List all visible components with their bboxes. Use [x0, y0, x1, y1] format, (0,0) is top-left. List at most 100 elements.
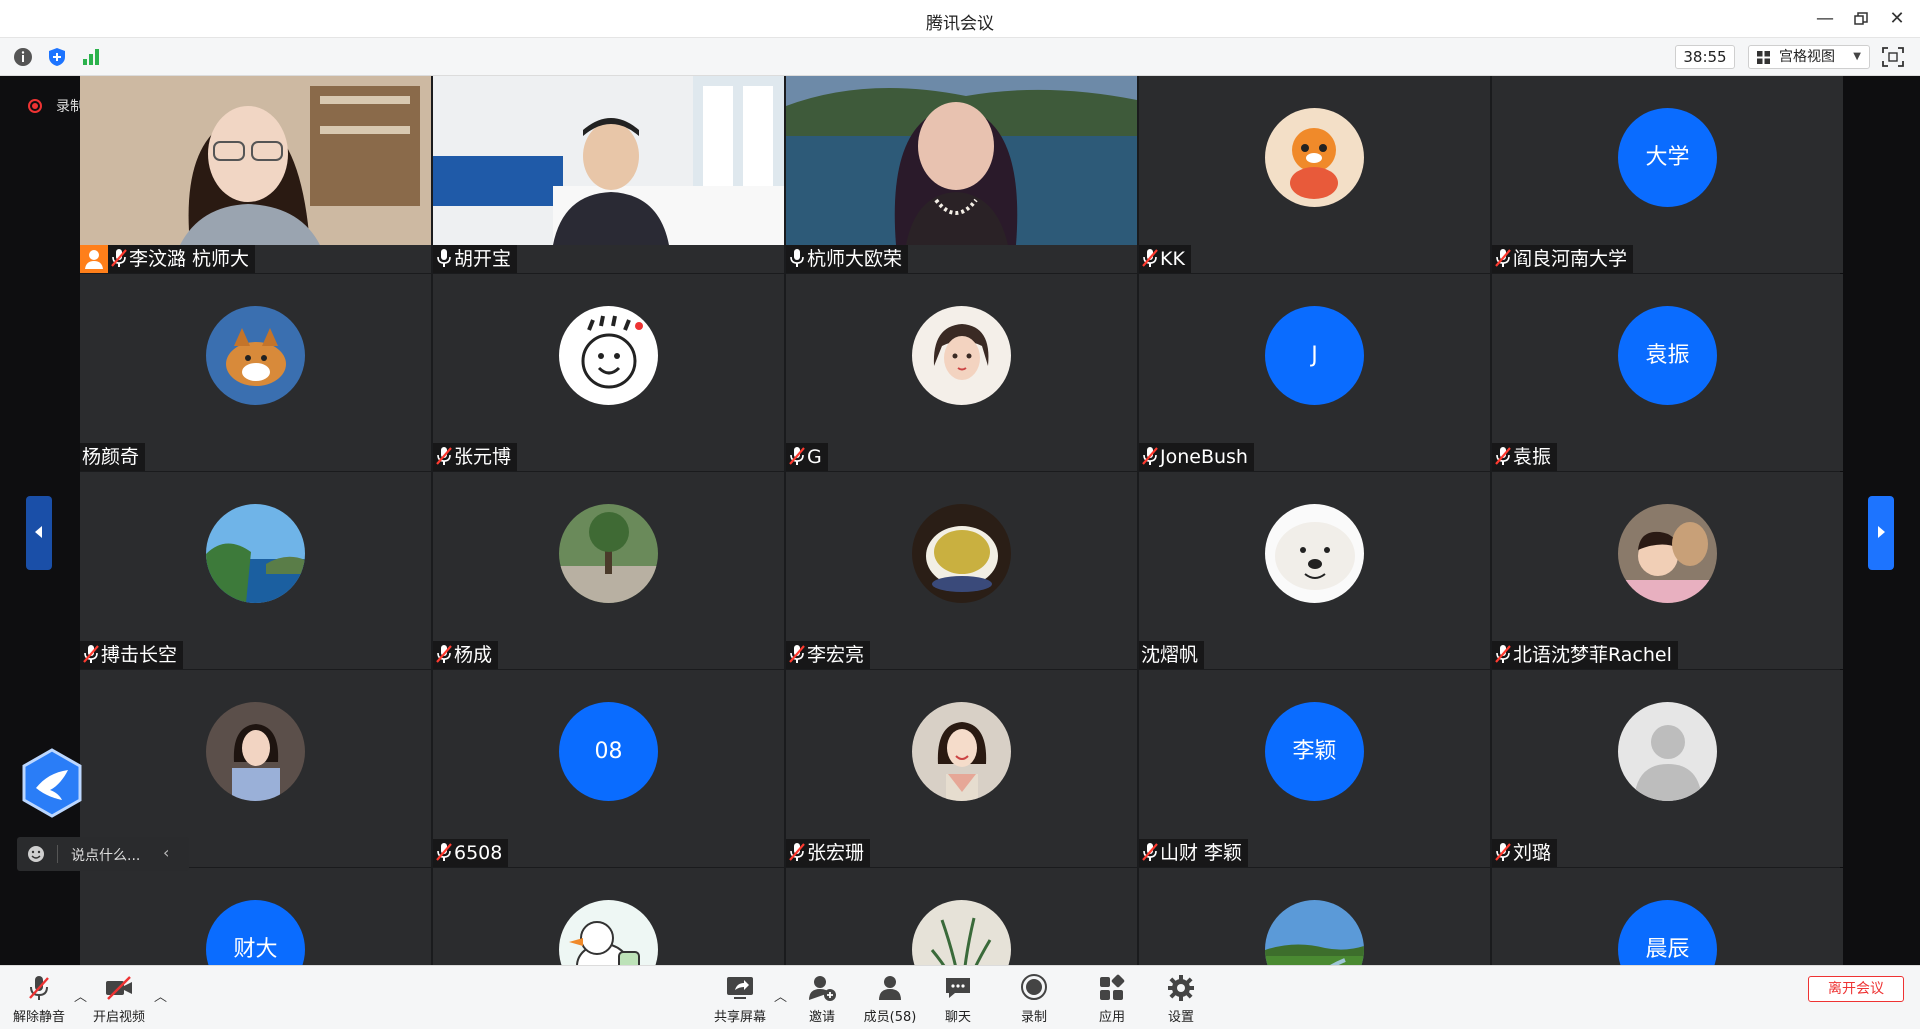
start-video-button[interactable]: 开启视频 — [84, 974, 154, 1025]
participant-name-label: 杨颜奇 — [80, 443, 146, 471]
participant-name: JoneBush — [1160, 446, 1248, 468]
participant-tile[interactable]: 李汶潞 杭师大 — [80, 76, 431, 273]
participant-name-label: JoneBush — [1139, 443, 1254, 471]
chat-placeholder[interactable]: 说点什么... — [71, 845, 140, 865]
info-icon[interactable] — [13, 47, 33, 67]
participant-tile[interactable]: 张宏珊 — [786, 670, 1137, 867]
fullscreen-icon[interactable] — [1882, 47, 1904, 67]
tencent-meeting-bird-icon[interactable] — [20, 748, 84, 818]
participant-avatar — [206, 702, 305, 801]
mic-muted-icon — [110, 248, 129, 270]
chat-separator — [57, 845, 58, 863]
participant-name: 搏击长空 — [101, 644, 178, 666]
restore-icon[interactable] — [1848, 6, 1874, 32]
apps-button[interactable]: 应用 — [1077, 974, 1147, 1025]
participant-name-label: 袁振 — [1492, 443, 1558, 471]
view-mode-dropdown[interactable]: 宫格视图 ▼ — [1748, 45, 1870, 69]
participant-tile[interactable]: 胡开宝 — [433, 76, 784, 273]
participant-name-label: 张元博 — [433, 443, 518, 471]
participant-name: 胡开宝 — [454, 248, 512, 270]
participant-avatar: J — [1265, 306, 1364, 405]
close-icon[interactable]: ✕ — [1884, 6, 1910, 32]
invite-label: 邀请 — [808, 1010, 835, 1025]
participant-avatar — [559, 504, 658, 603]
mic-on-icon — [788, 248, 807, 270]
participant-name: 张宏珊 — [807, 842, 865, 864]
mic-muted-icon — [1494, 644, 1513, 666]
participant-tile[interactable]: 北语沈梦菲Rachel — [1492, 472, 1843, 669]
mic-muted-icon — [1494, 248, 1513, 270]
participant-name-label: KK — [1139, 245, 1191, 273]
participant-tile[interactable]: 袁振 袁振 — [1492, 274, 1843, 471]
participant-tile[interactable]: 08 6508 — [433, 670, 784, 867]
meeting-timer: 38:55 — [1675, 45, 1735, 69]
record-dot-icon — [28, 99, 42, 113]
unmute-label: 解除静音 — [12, 1010, 65, 1025]
participant-name-label: 张宏珊 — [786, 839, 871, 867]
gear-icon — [1168, 975, 1194, 1001]
participant-tile[interactable]: 杭师大欧荣 — [786, 76, 1137, 273]
emoji-icon[interactable] — [27, 845, 45, 863]
participant-avatar — [912, 702, 1011, 801]
participant-name-label: 山财 李颖 — [1139, 839, 1249, 867]
participant-tile[interactable]: 杨颜奇 — [80, 274, 431, 471]
participant-avatar: 08 — [559, 702, 658, 801]
participant-name-label: 刘璐 — [1492, 839, 1558, 867]
share-options-chevron-icon[interactable]: ︿ — [774, 986, 787, 1005]
muted-mic-icon — [29, 976, 49, 1000]
invite-button[interactable]: 邀请 — [787, 974, 857, 1025]
previous-page-button[interactable] — [26, 496, 52, 570]
video-options-chevron-icon[interactable]: ︿ — [154, 986, 167, 1005]
mic-muted-icon — [788, 446, 807, 468]
mic-muted-icon — [435, 446, 454, 468]
participant-name: 阎良河南大学 — [1513, 248, 1628, 270]
participant-tile[interactable]: 沈熠帆 — [1139, 472, 1490, 669]
participant-tile[interactable]: 搏击长空 — [80, 472, 431, 669]
next-page-button[interactable] — [1868, 496, 1894, 570]
participant-avatar — [206, 504, 305, 603]
mic-muted-icon — [788, 842, 807, 864]
mic-muted-icon — [435, 842, 454, 864]
participant-name: 袁振 — [1513, 446, 1552, 468]
participant-tile[interactable]: KK — [1139, 76, 1490, 273]
collapse-chevron-icon[interactable]: ‹ — [163, 843, 169, 862]
participant-name: 北语沈梦菲Rachel — [1513, 644, 1672, 666]
members-button[interactable]: 成员(58) — [855, 974, 925, 1025]
quick-chat-box[interactable]: 说点什么... ‹ — [17, 837, 189, 871]
view-mode-label: 宫格视图 — [1779, 49, 1835, 65]
start-video-label: 开启视频 — [92, 1010, 145, 1025]
minimize-icon[interactable]: — — [1812, 6, 1838, 32]
unmute-button[interactable]: 解除静音 — [4, 974, 74, 1025]
apps-label: 应用 — [1098, 1010, 1125, 1025]
participant-name: 6508 — [454, 842, 503, 864]
participant-name: 李汶潞 杭师大 — [129, 248, 250, 270]
participant-tile[interactable]: 李颖山财 李颖 — [1139, 670, 1490, 867]
settings-label: 设置 — [1167, 1010, 1194, 1025]
participant-tile[interactable]: J JoneBush — [1139, 274, 1490, 471]
settings-button[interactable]: 设置 — [1146, 974, 1216, 1025]
participant-tile[interactable]: 刘璐 — [1492, 670, 1843, 867]
chat-button[interactable]: 聊天 — [923, 974, 993, 1025]
leave-meeting-button[interactable]: 离开会议 — [1808, 976, 1904, 1002]
record-icon — [1021, 974, 1047, 1000]
participant-tile[interactable]: 李宏亮 — [786, 472, 1137, 669]
participant-name-label: 李汶潞 杭师大 — [80, 245, 256, 273]
share-screen-button[interactable]: 共享屏幕 — [705, 974, 775, 1025]
participant-avatar — [1265, 108, 1364, 207]
record-button[interactable]: 录制 — [999, 974, 1069, 1025]
security-shield-icon[interactable] — [47, 47, 67, 67]
participant-tile[interactable]: 张元博 — [433, 274, 784, 471]
participant-avatar — [206, 306, 305, 405]
mic-muted-icon — [1494, 446, 1513, 468]
participant-tile[interactable]: G — [786, 274, 1137, 471]
signal-bars-icon[interactable] — [81, 47, 101, 67]
participant-name: 杭师大欧荣 — [807, 248, 903, 270]
participant-tile[interactable]: 杨成 — [433, 472, 784, 669]
window-title: 腾讯会议 — [926, 14, 994, 34]
participant-name: G — [807, 446, 822, 468]
chat-bubble-icon — [946, 978, 970, 998]
participant-tile[interactable]: 大学 阎良河南大学 — [1492, 76, 1843, 273]
participant-avatar: 李颖 — [1265, 702, 1364, 801]
meeting-controls-bar: 解除静音 ︿ 开启视频 ︿ 共享屏幕 ︿ 邀请 成员(58) 聊天 录制 应用 … — [0, 965, 1920, 1029]
participant-name-label: G — [786, 443, 828, 471]
